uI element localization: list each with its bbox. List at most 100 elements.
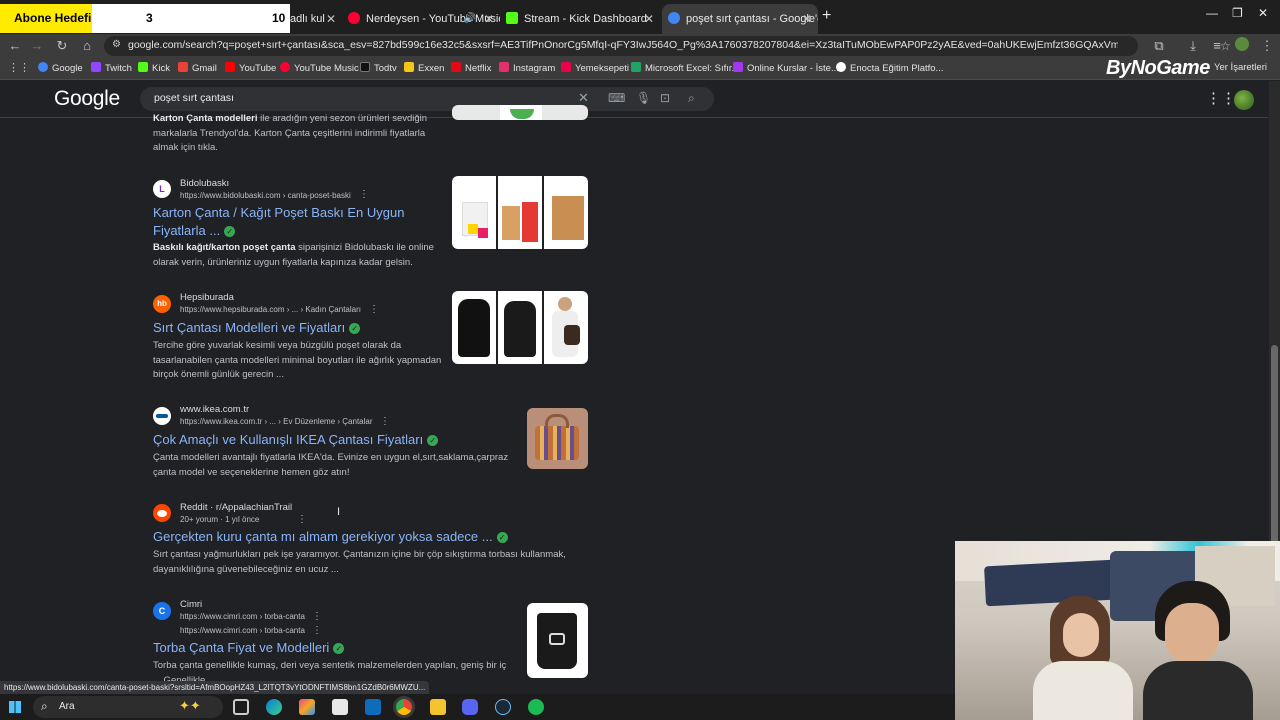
discord-icon[interactable] bbox=[462, 699, 478, 715]
restore-icon[interactable]: ❐ bbox=[1232, 6, 1243, 20]
result-thumbnail[interactable] bbox=[452, 291, 588, 364]
close-icon[interactable]: ✕ bbox=[644, 10, 654, 28]
bookmark-enocta[interactable]: Enocta Eğitim Platfo... bbox=[836, 62, 943, 74]
reload-icon[interactable]: ↻ bbox=[53, 37, 71, 55]
bookmark-todtv[interactable]: Todtv bbox=[360, 62, 397, 74]
more-options-icon[interactable]: ⋮ bbox=[297, 514, 307, 525]
menu-icon[interactable]: ⋮ bbox=[1258, 37, 1276, 55]
result-title[interactable]: Gerçekten kuru çanta mı almam gerekiyor … bbox=[153, 528, 508, 546]
instagram-icon bbox=[499, 62, 509, 72]
profile-avatar[interactable] bbox=[1235, 37, 1249, 51]
google-logo[interactable]: Google bbox=[54, 87, 120, 111]
result-title[interactable]: Karton Çanta / Kağıt Poşet Baskı En Uygu… bbox=[153, 204, 423, 239]
bookmarks-folder[interactable]: Yer İşaretleri bbox=[1214, 62, 1267, 73]
more-options-icon[interactable]: ⋮ bbox=[312, 611, 322, 622]
bookmark-excel-course[interactable]: Microsoft Excel: Sıfır... bbox=[631, 62, 740, 74]
forward-icon[interactable]: → bbox=[28, 37, 46, 55]
more-options-icon[interactable]: ⋮ bbox=[369, 304, 379, 315]
microphone-icon[interactable]: 🎙 bbox=[636, 91, 651, 105]
address-bar[interactable]: ⚙ google.com/search?q=poşet+sırt+çantası… bbox=[104, 36, 1231, 56]
result-url-duplicate[interactable]: https://www.cimri.com › torba-canta bbox=[180, 626, 305, 635]
close-icon[interactable]: ✕ bbox=[326, 10, 336, 28]
outlook-icon[interactable] bbox=[365, 699, 381, 715]
tab-adli-kul[interactable]: adlı kul ✕ bbox=[290, 4, 340, 34]
close-icon[interactable]: ✕ bbox=[484, 10, 494, 28]
more-options-icon[interactable]: ⋮ bbox=[312, 625, 322, 636]
keyboard-icon[interactable]: ⌨ bbox=[608, 91, 625, 105]
home-icon[interactable]: ⌂ bbox=[78, 37, 96, 55]
task-view-icon[interactable] bbox=[233, 699, 249, 715]
tab-youtube-music[interactable]: Nerdeysen - YouTube Music 🔊 ✕ bbox=[348, 4, 500, 34]
twitch-icon bbox=[91, 62, 101, 72]
bidolubaski-favicon: L bbox=[153, 180, 171, 198]
close-window-icon[interactable]: ✕ bbox=[1258, 6, 1268, 20]
account-avatar[interactable] bbox=[1234, 90, 1254, 110]
bookmark-exxen[interactable]: Exxen bbox=[404, 62, 444, 74]
apps-grid-icon[interactable]: ⋮⋮ bbox=[8, 61, 30, 74]
subscriber-goal-widget: Abone Hedefi 3 10 bbox=[0, 4, 290, 33]
bookmark-google[interactable]: Google bbox=[38, 62, 83, 74]
result-site-name[interactable]: Cimri bbox=[180, 599, 202, 610]
windows-taskbar: ⌕ Ara ✦✦ bbox=[0, 694, 955, 720]
chrome-icon[interactable] bbox=[396, 699, 412, 715]
kick-icon bbox=[506, 12, 518, 24]
result-url[interactable]: https://www.cimri.com › torba-canta bbox=[180, 612, 305, 621]
windows-start-icon[interactable] bbox=[9, 701, 21, 713]
bookmark-yemeksepeti[interactable]: Yemeksepeti bbox=[561, 62, 629, 74]
bookmark-twitch[interactable]: Twitch bbox=[91, 62, 132, 74]
bookmark-netflix[interactable]: Netflix bbox=[451, 62, 491, 74]
search-icon: ⌕ bbox=[41, 699, 48, 713]
search-input[interactable]: poşet sırt çantası bbox=[154, 92, 234, 104]
more-options-icon[interactable]: ⋮ bbox=[359, 189, 369, 200]
browser-toolbar: ← → ↻ ⌂ ⚙ google.com/search?q=poşet+sırt… bbox=[0, 34, 1280, 58]
result-meta: 20+ yorum · 1 yıl önce bbox=[180, 515, 260, 524]
reddit-favicon bbox=[153, 504, 171, 522]
close-icon[interactable]: ✕ bbox=[802, 10, 812, 28]
bookmark-online-courses[interactable]: Online Kurslar - İste... bbox=[733, 62, 839, 74]
result-site-name[interactable]: www.ikea.com.tr bbox=[180, 404, 249, 415]
result-thumbnail[interactable] bbox=[527, 603, 588, 678]
lens-icon[interactable]: ⊡ bbox=[660, 91, 670, 105]
back-icon[interactable]: ← bbox=[6, 37, 24, 55]
result-snippet: Baskılı kağıt/karton poşet çanta sipariş… bbox=[153, 242, 434, 268]
bookmark-youtube-music[interactable]: YouTube Music bbox=[280, 62, 359, 74]
steam-icon[interactable] bbox=[495, 699, 511, 715]
result-title[interactable]: Torba Çanta Fiyat ve Modelleri ✓ bbox=[153, 639, 345, 657]
result-url[interactable]: https://www.bidolubaski.com › canta-pose… bbox=[180, 191, 351, 200]
result-title[interactable]: Çok Amaçlı ve Kullanışlı IKEA Çantası Fi… bbox=[153, 431, 439, 449]
copilot-icon[interactable] bbox=[299, 699, 315, 715]
site-info-icon[interactable]: ⚙ bbox=[112, 39, 121, 50]
tab-kick-dashboard[interactable]: Stream - Kick Dashboard ✕ bbox=[506, 4, 660, 34]
kick-icon bbox=[138, 62, 148, 72]
extensions-icon[interactable]: ⧉ bbox=[1150, 37, 1168, 55]
bookmark-youtube[interactable]: YouTube bbox=[225, 62, 276, 74]
file-explorer-icon[interactable] bbox=[430, 699, 446, 715]
result-title[interactable]: Sırt Çantası Modelleri ve Fiyatları ✓ bbox=[153, 319, 361, 337]
minimize-icon[interactable]: — bbox=[1206, 6, 1218, 20]
search-icon[interactable]: ⌕ bbox=[688, 91, 695, 106]
bookmark-gmail[interactable]: Gmail bbox=[178, 62, 217, 74]
taskbar-search[interactable]: ⌕ Ara ✦✦ bbox=[33, 696, 223, 718]
speaker-icon: 🔊 bbox=[463, 13, 476, 24]
tab-google-search[interactable]: poşet sırt çantası - Google'da A ✕ bbox=[662, 4, 818, 34]
result-site-name[interactable]: Hepsiburada bbox=[180, 292, 234, 303]
bookmark-kick[interactable]: Kick bbox=[138, 62, 170, 74]
result-thumbnail[interactable] bbox=[527, 408, 588, 469]
clear-icon[interactable]: ✕ bbox=[578, 90, 589, 106]
reading-list-icon[interactable]: ≡ bbox=[1208, 37, 1226, 55]
result-site-name[interactable]: Reddit · r/AppalachianTrail bbox=[180, 502, 292, 513]
taskbar-search-label: Ara bbox=[59, 701, 75, 712]
new-tab-button[interactable]: + bbox=[822, 7, 831, 25]
result-url[interactable]: https://www.ikea.com.tr › ... › Ev Düzen… bbox=[180, 417, 373, 426]
edge-icon[interactable] bbox=[266, 699, 282, 715]
more-options-icon[interactable]: ⋮ bbox=[380, 416, 390, 427]
result-thumbnail[interactable] bbox=[452, 105, 588, 120]
result-url[interactable]: https://www.hepsiburada.com › ... › Kadı… bbox=[180, 305, 361, 314]
bookmark-instagram[interactable]: Instagram bbox=[499, 62, 555, 74]
result-thumbnail[interactable] bbox=[452, 176, 588, 249]
download-icon[interactable]: ⤓ bbox=[1184, 37, 1202, 55]
result-site-name[interactable]: Bidolubaskı bbox=[180, 178, 229, 189]
store-icon[interactable] bbox=[332, 699, 348, 715]
spotify-icon[interactable] bbox=[528, 699, 544, 715]
search-box[interactable]: poşet sırt çantası ✕ ⌨ 🎙 ⊡ ⌕ bbox=[140, 87, 714, 111]
